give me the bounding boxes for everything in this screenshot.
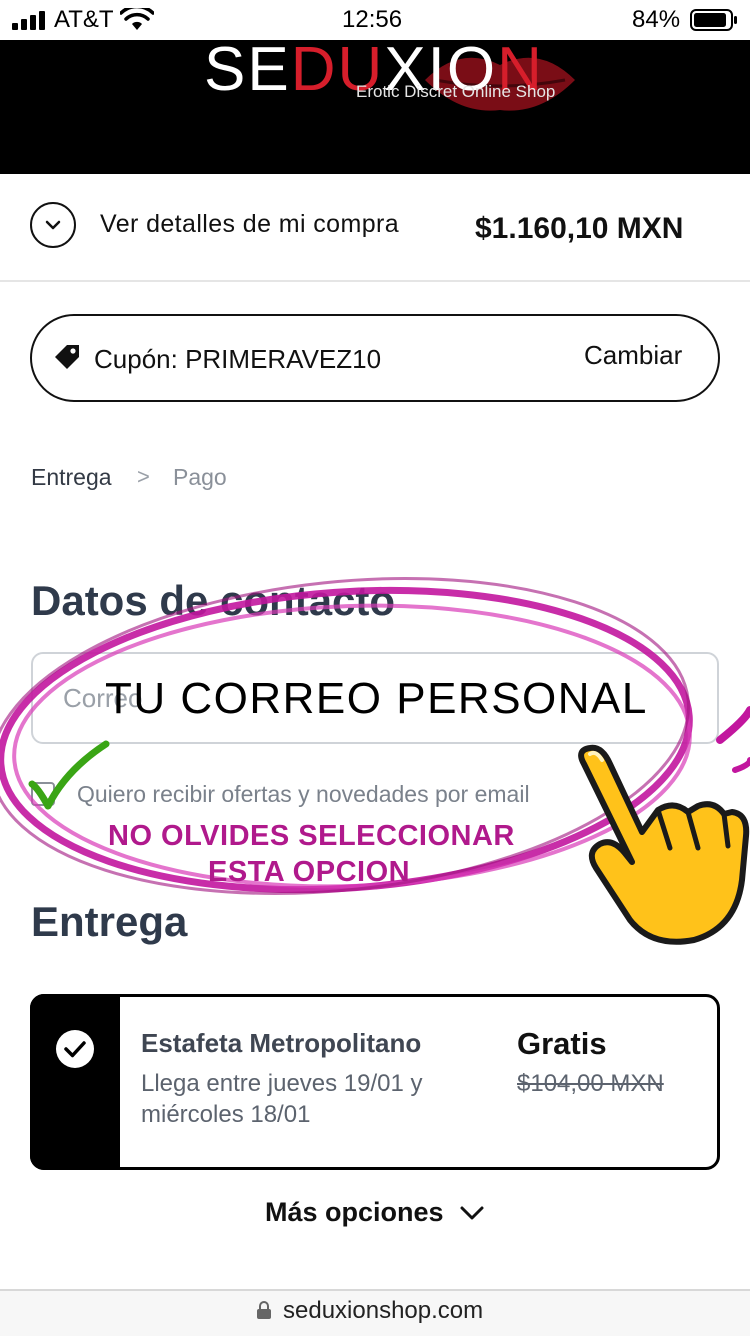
shipping-eta-line2: miércoles 18/01 <box>141 1101 311 1128</box>
wifi-icon <box>120 8 154 30</box>
contact-heading: Datos de contacto <box>31 577 396 624</box>
battery-percent: 84% <box>632 6 681 33</box>
shipping-eta-line1: Llega entre jueves 19/01 y <box>141 1070 423 1097</box>
lock-icon <box>257 1301 271 1319</box>
shipping-price: Gratis <box>517 1026 607 1061</box>
clock-time: 12:56 <box>342 6 403 33</box>
tag-icon <box>55 345 79 369</box>
url-domain[interactable]: seduxionshop.com <box>283 1297 483 1325</box>
summary-label[interactable]: Ver detalles de mi compra <box>100 210 399 239</box>
logo-tagline: Erotic Discret Online Shop <box>356 82 556 101</box>
breadcrumb-step-pago[interactable]: Pago <box>173 464 227 491</box>
shipping-carrier-name: Estafeta Metropolitano <box>141 1028 422 1058</box>
shipping-original-price: $104,00 MXN <box>517 1070 664 1097</box>
cell-signal-icon <box>12 11 45 30</box>
newsletter-label[interactable]: Quiero recibir ofertas y novedades por e… <box>77 781 530 808</box>
carrier-label: AT&T <box>54 6 114 33</box>
coupon-label: Cupón: PRIMERAVEZ10 <box>94 344 382 374</box>
order-total: $1.160,10 MXN <box>475 212 684 245</box>
change-coupon-button[interactable]: Cambiar <box>584 340 682 371</box>
annotation-note-line1: NO OLVIDES SELECCIONAR <box>108 820 515 852</box>
pointing-hand-icon <box>578 744 750 945</box>
logo-text-se: SE <box>204 40 291 104</box>
breadcrumb-step-entrega[interactable]: Entrega <box>31 464 112 491</box>
check-circle-icon <box>56 1030 94 1068</box>
delivery-heading: Entrega <box>31 898 188 945</box>
email-field[interactable] <box>31 652 719 744</box>
annotation-note-line2: ESTA OPCION <box>208 856 411 888</box>
more-options-button[interactable]: Más opciones <box>265 1197 444 1228</box>
breadcrumb-separator: > <box>137 464 150 489</box>
chevron-down-icon[interactable] <box>458 1201 486 1225</box>
site-header: SEDUXION Erotic Discret Online Shop <box>0 40 750 174</box>
summary-toggle-button[interactable] <box>30 202 76 248</box>
newsletter-checkbox[interactable] <box>31 782 55 806</box>
shipping-option-selector[interactable] <box>30 994 120 1170</box>
chevron-down-icon <box>45 220 61 230</box>
battery-icon <box>690 9 737 31</box>
